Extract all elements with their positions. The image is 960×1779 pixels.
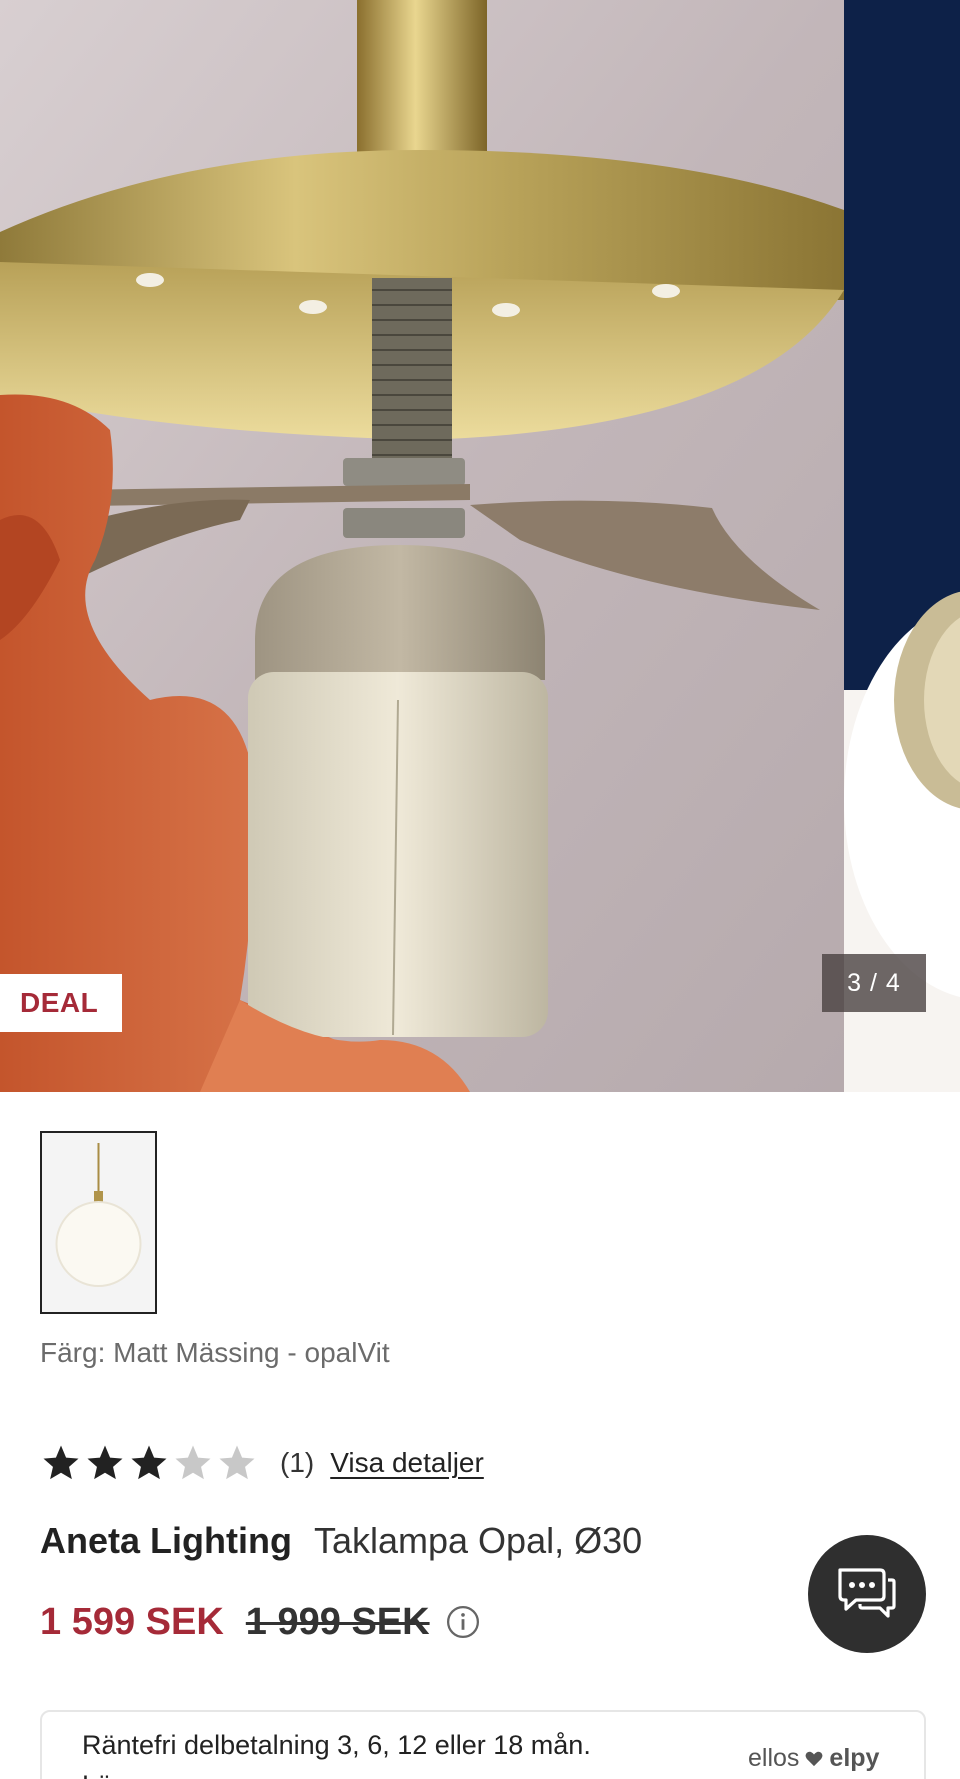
installment-box[interactable]: Räntefri delbetalning 3, 6, 12 eller 18 …	[40, 1710, 926, 1779]
star-icon-filled	[87, 1445, 123, 1480]
chat-icon	[838, 1568, 896, 1618]
color-label: Färg: Matt Mässing - opalVit	[40, 1337, 390, 1368]
star-icon-empty	[175, 1445, 211, 1480]
installment-read-more[interactable]: Lä...	[82, 1770, 135, 1779]
gallery-counter: 3 / 4	[822, 954, 926, 1012]
product-photo	[0, 0, 844, 1092]
payment-provider-logo: ellos elpy	[748, 1744, 879, 1773]
gallery-slide-next[interactable]	[844, 0, 960, 1092]
info-icon[interactable]	[446, 1605, 480, 1639]
rating-count: (1)	[280, 1447, 315, 1478]
deal-badge: DEAL	[0, 974, 122, 1032]
product-gallery[interactable]: DEAL 3 / 4	[0, 0, 960, 1092]
installment-text: Räntefri delbetalning 3, 6, 12 eller 18 …	[82, 1730, 591, 1760]
logo-elpy: elpy	[829, 1744, 880, 1772]
gallery-slide-current[interactable]: DEAL	[0, 0, 844, 1092]
star-icon-filled	[43, 1445, 79, 1480]
logo-ellos: ellos	[748, 1744, 800, 1772]
product-title: Aneta Lighting Taklampa Opal, Ø30	[40, 1520, 642, 1562]
star-icon-filled	[131, 1445, 167, 1480]
thumbnail-image	[42, 1133, 155, 1312]
price-row: 1 599 SEK 1 999 SEK	[40, 1594, 480, 1650]
gallery-thumbnail[interactable]	[40, 1131, 157, 1314]
view-details-link[interactable]: Visa detaljer	[330, 1447, 484, 1479]
rating-row: (1) Visa detaljer	[40, 1438, 484, 1488]
heart-icon	[805, 1751, 823, 1766]
product-name: Taklampa Opal, Ø30	[313, 1520, 643, 1561]
chat-button[interactable]	[808, 1535, 926, 1653]
product-brand[interactable]: Aneta Lighting	[40, 1520, 292, 1562]
next-product-photo	[844, 0, 960, 1092]
original-price: 1 999 SEK	[245, 1600, 430, 1643]
star-icon-empty	[219, 1445, 255, 1480]
sale-price: 1 599 SEK	[40, 1600, 224, 1643]
